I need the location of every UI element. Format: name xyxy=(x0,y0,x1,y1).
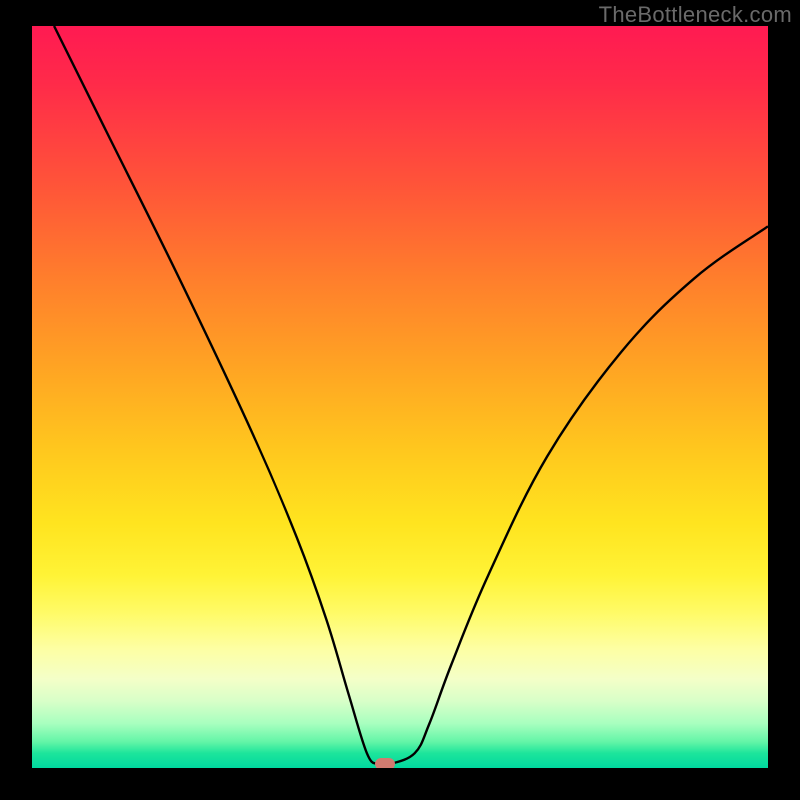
watermark-text: TheBottleneck.com xyxy=(599,2,792,28)
bottleneck-curve-path xyxy=(54,26,768,766)
optimal-point-marker xyxy=(375,758,395,768)
plot-area xyxy=(32,26,768,768)
chart-root: TheBottleneck.com xyxy=(0,0,800,800)
bottleneck-curve-svg xyxy=(32,26,768,768)
